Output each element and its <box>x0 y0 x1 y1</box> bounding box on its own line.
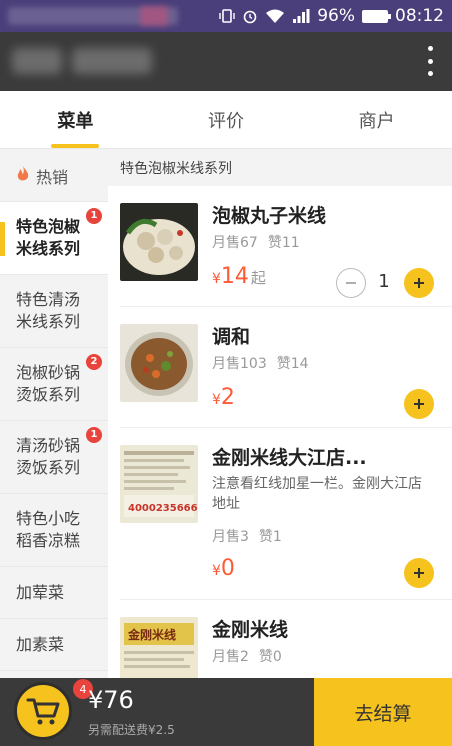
more-options-icon[interactable] <box>426 46 434 76</box>
wifi-icon <box>265 8 285 24</box>
cart-total: ¥76 <box>88 686 134 714</box>
price-value: 2 <box>220 385 235 410</box>
sidebar-item-hot[interactable]: 热销 <box>0 150 108 202</box>
vibrate-icon <box>219 8 235 24</box>
cart-bar: 4 ¥76 另需配送费¥2.5 去结算 <box>0 678 452 746</box>
tab-merchant[interactable]: 商户 <box>301 91 452 148</box>
product-description: 注意看红线加星一栏。金刚大江店地址 <box>212 476 422 512</box>
thumb-phone-text: 4000235666 <box>128 503 198 514</box>
likes-count: 赞14 <box>276 356 309 372</box>
price-value: 0 <box>220 556 235 581</box>
price-value: 14 <box>220 264 249 289</box>
product-stats: 月售67 赞11 <box>212 232 300 252</box>
count-badge: 1 <box>86 208 102 224</box>
count-badge: 2 <box>86 354 102 370</box>
sidebar-item-paojiao-tangfan[interactable]: 泡椒砂锅烫饭系列 2 <box>0 348 108 421</box>
monthly-sales: 月售3 <box>212 529 249 545</box>
product-image: 4000235666 <box>120 445 198 523</box>
status-indicators: 96% 08:12 <box>219 0 444 32</box>
product-price: ¥0 <box>212 556 235 581</box>
app-bar <box>0 32 452 91</box>
product-stats: 月售3 赞1 <box>212 526 282 546</box>
product-name: 金刚米线大江店... <box>212 447 367 469</box>
currency-symbol: ¥ <box>212 271 221 287</box>
checkout-button[interactable]: 去结算 <box>314 678 452 746</box>
battery-percent: 96% <box>317 6 355 26</box>
likes-count: 赞11 <box>267 235 300 251</box>
flame-icon <box>16 165 30 187</box>
signal-icon <box>292 8 310 24</box>
product-list: 特色泡椒米线系列 泡椒丸子米线 月售67 赞11 ¥14 起 1 调和 月售103 赞… <box>108 150 452 678</box>
sidebar-item-label: 加素菜 <box>16 634 65 654</box>
sidebar-item-label: 泡椒砂锅烫饭系列 <box>16 363 81 404</box>
clock: 08:12 <box>395 6 444 26</box>
sidebar-item-xiaochi[interactable]: 特色小吃稻香凉糕 <box>0 494 108 567</box>
thumb-logo-text: 金刚米线 <box>127 627 176 642</box>
battery-icon <box>362 9 391 23</box>
sidebar-item-qingtang-tangfan[interactable]: 清汤砂锅烫饭系列 1 <box>0 421 108 494</box>
quantity-value: 1 <box>378 271 390 292</box>
sidebar-item-label: 特色清汤米线系列 <box>16 290 81 331</box>
cart-icon <box>26 698 60 725</box>
count-badge: 1 <box>86 427 102 443</box>
tab-bar: 菜单 评价 商户 <box>0 91 452 149</box>
sidebar-item-qingtang-mixian[interactable]: 特色清汤米线系列 <box>0 275 108 348</box>
sidebar-item-label: 特色泡椒米线系列 <box>16 217 81 258</box>
sidebar-hot-label: 热销 <box>36 167 69 187</box>
list-item[interactable]: 调和 月售103 赞14 ¥2 <box>120 307 452 428</box>
product-image <box>120 203 198 281</box>
currency-symbol: ¥ <box>212 392 221 408</box>
tab-menu[interactable]: 菜单 <box>0 91 151 148</box>
product-name: 泡椒丸子米线 <box>212 205 327 227</box>
price-suffix: 起 <box>250 269 266 287</box>
likes-count: 赞0 <box>258 649 282 665</box>
product-stats: 月售103 赞14 <box>212 353 309 373</box>
monthly-sales: 月售2 <box>212 649 249 665</box>
sidebar-item-label: 特色小吃稻香凉糕 <box>16 509 81 550</box>
category-title: 特色泡椒米线系列 <box>108 150 452 186</box>
list-item[interactable]: 泡椒丸子米线 月售67 赞11 ¥14 起 1 <box>120 186 452 307</box>
product-image: 金刚米线 <box>120 617 198 678</box>
add-to-cart-button[interactable] <box>404 389 434 419</box>
list-item[interactable]: 金刚米线 金刚米线 月售2 赞0 <box>120 600 452 678</box>
sidebar-item-label: 清汤砂锅烫饭系列 <box>16 436 81 477</box>
product-price: ¥14 起 <box>212 264 266 289</box>
alarm-icon <box>242 8 258 24</box>
currency-symbol: ¥ <box>212 563 221 579</box>
blurred-shop-title <box>72 48 152 74</box>
product-stats: 月售2 赞0 <box>212 646 282 666</box>
sidebar-item-label: 加荤菜 <box>16 582 65 602</box>
sidebar-item-su[interactable]: 加素菜 <box>0 619 108 671</box>
monthly-sales: 月售67 <box>212 235 258 251</box>
monthly-sales: 月售103 <box>212 356 267 372</box>
product-price: ¥2 <box>212 385 235 410</box>
cart-button[interactable]: 4 <box>14 679 93 740</box>
status-bar: 96% 08:12 <box>0 0 452 32</box>
blurred-notification-icon <box>140 6 168 26</box>
product-image <box>120 324 198 402</box>
product-name: 调和 <box>212 326 251 348</box>
add-to-cart-button[interactable] <box>404 558 434 588</box>
decrease-quantity-button[interactable] <box>336 268 366 298</box>
category-sidebar: 热销 特色泡椒米线系列 1 特色清汤米线系列 泡椒砂锅烫饭系列 2 清汤砂锅烫饭… <box>0 150 108 678</box>
tab-reviews[interactable]: 评价 <box>151 91 302 148</box>
blurred-back-area[interactable] <box>12 48 62 74</box>
sidebar-item-hun[interactable]: 加荤菜 <box>0 567 108 619</box>
add-to-cart-button[interactable] <box>404 268 434 298</box>
list-item[interactable]: 4000235666 金刚米线大江店... 注意看红线加星一栏。金刚大江店地址 … <box>120 428 452 600</box>
likes-count: 赞1 <box>258 529 282 545</box>
delivery-fee-note: 另需配送费¥2.5 <box>88 723 175 737</box>
sidebar-item-paojiao-mixian[interactable]: 特色泡椒米线系列 1 <box>0 202 108 275</box>
product-name: 金刚米线 <box>212 619 289 641</box>
